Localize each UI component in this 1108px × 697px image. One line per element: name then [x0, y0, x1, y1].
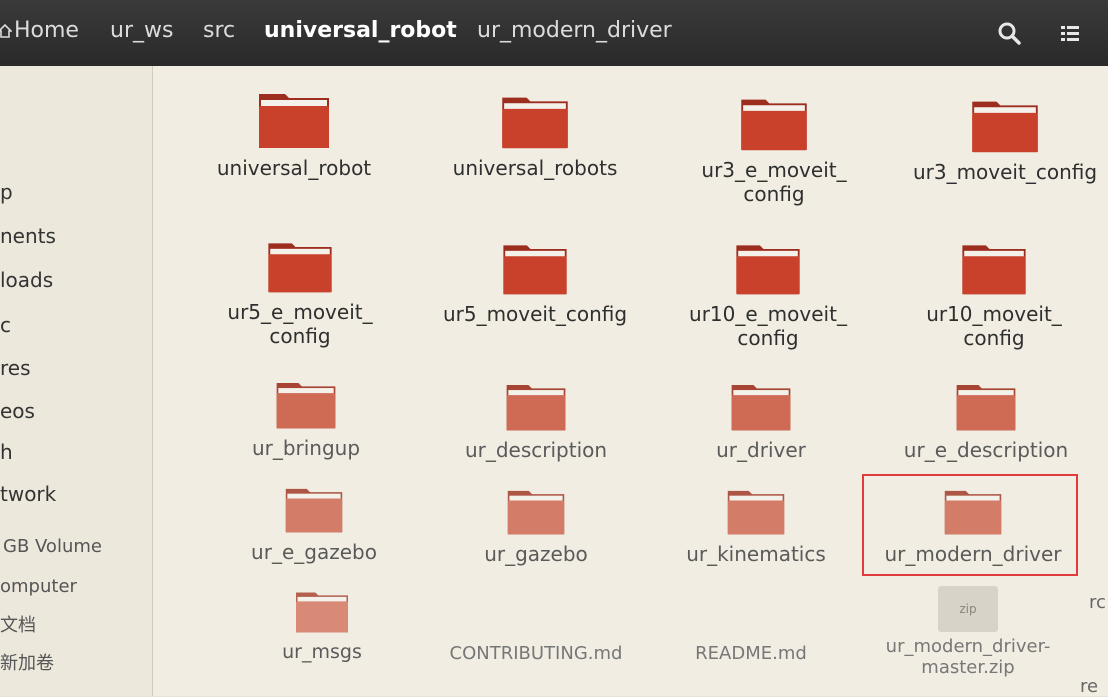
breadcrumb-ur-modern-driver[interactable]: ur_modern_driver — [477, 14, 672, 48]
folder-icon — [727, 490, 785, 535]
path-bar: Home ur_ws src universal_robot ur_modern… — [0, 0, 1108, 66]
sidebar-item-documents[interactable]: nents — [0, 222, 56, 250]
zip-archive-icon: zip — [938, 586, 998, 632]
folder-ur10-moveit-config[interactable]: ur10_moveit_ config — [884, 240, 1104, 350]
home-icon — [0, 24, 12, 38]
folder-ur-description[interactable]: ur_description — [426, 380, 646, 468]
folder-ur5-moveit-config[interactable]: ur5_moveit_config — [425, 240, 645, 332]
list-view-icon[interactable] — [1056, 18, 1086, 48]
folder-ur5-e-moveit-config[interactable]: ur5_e_moveit_ config — [190, 238, 410, 348]
folder-icon — [731, 385, 791, 431]
folder-ur-kinematics[interactable]: ur_kinematics — [646, 486, 866, 572]
folder-icon — [956, 385, 1016, 431]
sidebar-item-trash[interactable]: h — [0, 438, 13, 466]
cutoff-text: re — [1080, 676, 1099, 697]
folder-ur-bringup[interactable]: ur_bringup — [196, 378, 416, 466]
sidebar-item-videos[interactable]: eos — [0, 397, 35, 425]
folder-ur3-moveit-config[interactable]: ur3_moveit_config — [898, 96, 1108, 190]
folder-icon — [736, 245, 800, 295]
folder-icon — [285, 488, 343, 533]
breadcrumb-universal-robot[interactable]: universal_robot — [264, 14, 457, 48]
sidebar-item-pictures[interactable]: res — [0, 354, 31, 382]
folder-ur3-e-moveit-config[interactable]: ur3_e_moveit_ config — [664, 94, 884, 206]
folder-icon — [259, 94, 329, 148]
sidebar-item-downloads[interactable]: loads — [0, 266, 53, 294]
sidebar-item-network[interactable]: twork — [0, 480, 56, 508]
file-readme-md[interactable]: README.md — [641, 636, 861, 672]
folder-icon — [741, 99, 807, 151]
sidebar-item-volume[interactable]: GB Volume — [3, 533, 102, 561]
sidebar-item-computer[interactable]: omputer — [0, 573, 77, 601]
folder-icon — [506, 385, 566, 431]
folder-icon — [502, 97, 568, 149]
folder-icon — [268, 243, 332, 293]
sidebar-item-desktop[interactable]: p — [0, 178, 13, 206]
cutoff-text: rc — [1089, 592, 1106, 613]
breadcrumb-home[interactable]: Home — [0, 14, 79, 48]
folder-icon — [972, 101, 1038, 153]
breadcrumb-ur-ws[interactable]: ur_ws — [110, 14, 173, 48]
folder-universal-robot[interactable]: universal_robot — [184, 88, 404, 186]
file-contributing-md[interactable]: CONTRIBUTING.md — [426, 636, 646, 672]
breadcrumb-src[interactable]: src — [203, 14, 235, 48]
search-icon[interactable] — [994, 18, 1024, 48]
places-sidebar: p nents loads c res eos h twork GB Volum… — [0, 66, 153, 696]
folder-ur-e-description[interactable]: ur_e_description — [876, 380, 1096, 468]
folder-icon — [962, 245, 1026, 295]
folder-ur-gazebo[interactable]: ur_gazebo — [426, 486, 646, 572]
file-ur-modern-driver-master-zip[interactable]: zip ur_modern_driver- master.zip — [858, 586, 1078, 678]
sidebar-item-wendang[interactable]: 文档 — [0, 612, 36, 640]
folder-universal-robots[interactable]: universal_robots — [425, 92, 645, 186]
folder-icon — [296, 592, 348, 633]
sidebar-item-music[interactable]: c — [0, 311, 11, 339]
folder-icon — [944, 490, 1002, 535]
folder-icon — [507, 490, 565, 535]
folder-ur10-e-moveit-config[interactable]: ur10_e_moveit_ config — [658, 240, 878, 350]
folder-ur-msgs[interactable]: ur_msgs — [212, 588, 432, 670]
folder-icon — [503, 245, 567, 295]
sidebar-item-new-volume[interactable]: 新加卷 — [0, 650, 54, 678]
folder-ur-e-gazebo[interactable]: ur_e_gazebo — [204, 484, 424, 570]
folder-ur-driver[interactable]: ur_driver — [651, 380, 871, 468]
folder-ur-modern-driver[interactable]: ur_modern_driver — [863, 486, 1083, 572]
folder-icon — [276, 383, 336, 429]
